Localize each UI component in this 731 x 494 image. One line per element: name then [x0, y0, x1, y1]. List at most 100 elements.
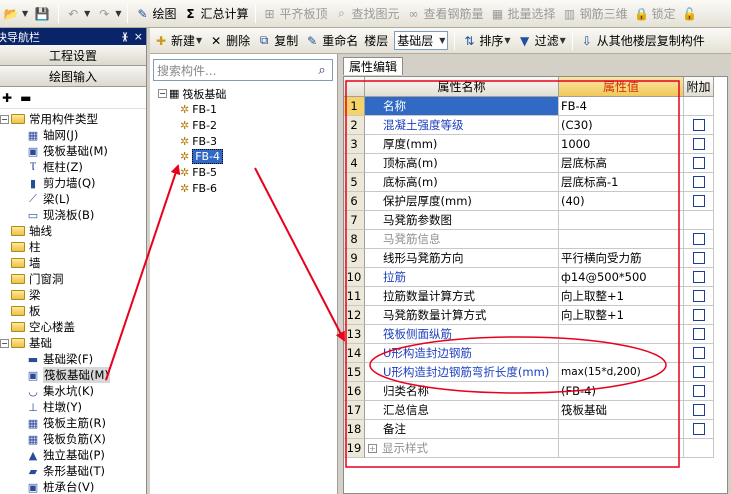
property-name-cell[interactable]: + 显示样式 [365, 439, 559, 458]
copy-from-floor-button[interactable]: ⇩ 从其他楼层复制构件 [576, 30, 708, 52]
property-row[interactable]: 8 马凳筋信息 [344, 230, 729, 249]
find-element-button[interactable]: ⌕ 查找图元 [331, 3, 403, 25]
attach-checkbox[interactable] [692, 233, 705, 245]
nav-folder[interactable]: − 基础 [0, 335, 146, 351]
attach-checkbox[interactable] [692, 290, 705, 302]
property-value-cell[interactable]: ф14@500*500 [559, 268, 684, 287]
property-value-cell[interactable]: 向上取整+1 [559, 306, 684, 325]
drawing-input-button[interactable]: 绘图输入 [0, 66, 146, 87]
nav-item[interactable]: ◡ 集水坑(K) [0, 383, 146, 399]
property-value-cell[interactable] [559, 230, 684, 249]
project-settings-button[interactable]: 工程设置 [0, 45, 146, 66]
filter-button[interactable]: ▼ 过滤 ▼ [514, 30, 569, 52]
nav-item[interactable]: ▦ 轴网(J) [0, 127, 146, 143]
search-icon[interactable]: ⌕ [312, 60, 332, 80]
property-value-cell[interactable] [559, 325, 684, 344]
property-value-cell[interactable]: 向上取整+1 [559, 287, 684, 306]
attach-checkbox[interactable] [692, 271, 705, 283]
property-name-cell[interactable]: 保护层厚度(mm) [365, 192, 559, 211]
attach-checkbox[interactable] [692, 404, 705, 416]
component-item[interactable]: ✲ FB-6 [180, 181, 217, 196]
collapse-icon[interactable]: − [0, 114, 9, 124]
expand-all-icon[interactable]: ✚ [2, 91, 12, 105]
nav-folder[interactable]: +板 [0, 303, 146, 319]
property-row[interactable]: 15 U形构造封边钢筋弯折长度(mm) max(15*d,200) [344, 363, 729, 382]
redo-button[interactable]: ↷ ▼ [93, 3, 124, 25]
pin-icon[interactable]: ᚕ [122, 30, 127, 43]
property-name-cell[interactable]: 马凳筋数量计算方式 [365, 306, 559, 325]
attach-checkbox[interactable] [692, 328, 705, 340]
property-row[interactable]: 17 汇总信息 筏板基础 [344, 401, 729, 420]
nav-folder[interactable]: +空心楼盖 [0, 319, 146, 335]
property-name-cell[interactable]: U形构造封边钢筋 [365, 344, 559, 363]
nav-item[interactable]: Ⲧ 框柱(Z) [0, 159, 146, 175]
nav-item[interactable]: ▦ 筏板主筋(R) [0, 415, 146, 431]
component-item[interactable]: ✲ FB-5 [180, 165, 217, 180]
nav-folder[interactable]: +门窗洞 [0, 271, 146, 287]
property-row[interactable]: 10 拉筋 ф14@500*500 [344, 268, 729, 287]
rebar-3d-button[interactable]: ▥ 钢筋三维 [559, 3, 631, 25]
property-value-cell[interactable]: 层底标高 [559, 154, 684, 173]
property-name-cell[interactable]: U形构造封边钢筋弯折长度(mm) [365, 363, 559, 382]
nav-item[interactable]: ▰ 条形基础(T) [0, 463, 146, 479]
collapse-icon[interactable]: − [0, 338, 9, 348]
attach-checkbox[interactable] [692, 347, 705, 359]
attach-checkbox[interactable] [692, 423, 705, 435]
property-name-cell[interactable]: 厚度(mm) [365, 135, 559, 154]
close-icon[interactable]: × [134, 30, 143, 43]
property-name-cell[interactable]: 汇总信息 [365, 401, 559, 420]
property-value-cell[interactable]: 平行横向受力筋 [559, 249, 684, 268]
attach-checkbox[interactable] [692, 119, 705, 131]
attach-checkbox[interactable] [692, 366, 705, 378]
property-value-cell[interactable]: FB-4 [559, 97, 684, 116]
property-value-cell[interactable]: (C30) [559, 116, 684, 135]
nav-item[interactable]: ▣ 桩承台(V) [0, 479, 146, 494]
property-row[interactable]: 13 筏板侧面纵筋 [344, 325, 729, 344]
property-row[interactable]: 14 U形构造封边钢筋 [344, 344, 729, 363]
nav-item[interactable]: ▣ 筏板基础(M) [0, 367, 146, 383]
unlock-button[interactable]: 🔓 [679, 3, 703, 25]
property-row[interactable]: 6 保护层厚度(mm) (40) [344, 192, 729, 211]
lock-button[interactable]: 🔒 锁定 [631, 3, 679, 25]
property-value-cell[interactable] [559, 420, 684, 439]
open-file-button[interactable]: 📂 ▼ [0, 3, 31, 25]
collapse-all-icon[interactable]: ▬ [20, 91, 31, 105]
nav-item[interactable]: ▣ 筏板基础(M) [0, 143, 146, 159]
property-name-cell[interactable]: 马凳筋信息 [365, 230, 559, 249]
property-name-cell[interactable]: 筏板侧面纵筋 [365, 325, 559, 344]
nav-item[interactable]: ⟋ 梁(L) [0, 191, 146, 207]
property-value-cell[interactable]: (40) [559, 192, 684, 211]
property-name-cell[interactable]: 底标高(m) [365, 173, 559, 192]
property-value-cell[interactable]: (FB-4) [559, 382, 684, 401]
undo-button[interactable]: ↶ ▼ [62, 3, 93, 25]
expand-icon[interactable]: + [368, 443, 377, 453]
nav-folder[interactable]: +梁 [0, 287, 146, 303]
property-row[interactable]: 5 底标高(m) 层底标高-1 [344, 173, 729, 192]
property-row[interactable]: 2 混凝土强度等级 (C30) [344, 116, 729, 135]
draw-button[interactable]: ✎ 绘图 [131, 3, 179, 25]
component-item[interactable]: ✲ FB-1 [180, 102, 217, 117]
copy-button[interactable]: ⧉ 复制 [253, 30, 301, 52]
nav-item[interactable]: ⊥ 柱墩(Y) [0, 399, 146, 415]
property-name-cell[interactable]: 拉筋数量计算方式 [365, 287, 559, 306]
property-value-cell[interactable]: 层底标高-1 [559, 173, 684, 192]
attach-checkbox[interactable] [692, 138, 705, 150]
property-row[interactable]: 12 马凳筋数量计算方式 向上取整+1 [344, 306, 729, 325]
rename-button[interactable]: ✎ 重命名 [301, 30, 361, 52]
floor-select[interactable]: 基础层 ▼ [394, 31, 449, 50]
property-row[interactable]: 7 马凳筋参数图 [344, 211, 729, 230]
new-button[interactable]: ✚ 新建 ▼ [150, 30, 205, 52]
tree-root[interactable]: − ▦ 筏板基础 [158, 86, 226, 101]
search-input[interactable]: 搜索构件... ⌕ [153, 59, 333, 81]
attach-checkbox[interactable] [692, 385, 705, 397]
nav-item[interactable]: ▭ 现浇板(B) [0, 207, 146, 223]
nav-folder[interactable]: +柱 [0, 239, 146, 255]
tab-property-edit[interactable]: 属性编辑 [343, 57, 404, 75]
property-value-cell[interactable]: 筏板基础 [559, 401, 684, 420]
component-item[interactable]: ✲ FB-2 [180, 118, 217, 133]
property-value-cell[interactable]: 1000 [559, 135, 684, 154]
property-row[interactable]: 4 顶标高(m) 层底标高 [344, 154, 729, 173]
property-row[interactable]: 16 归类名称 (FB-4) [344, 382, 729, 401]
delete-button[interactable]: ✕ 删除 [205, 30, 253, 52]
save-button[interactable]: 💾 [31, 3, 55, 25]
